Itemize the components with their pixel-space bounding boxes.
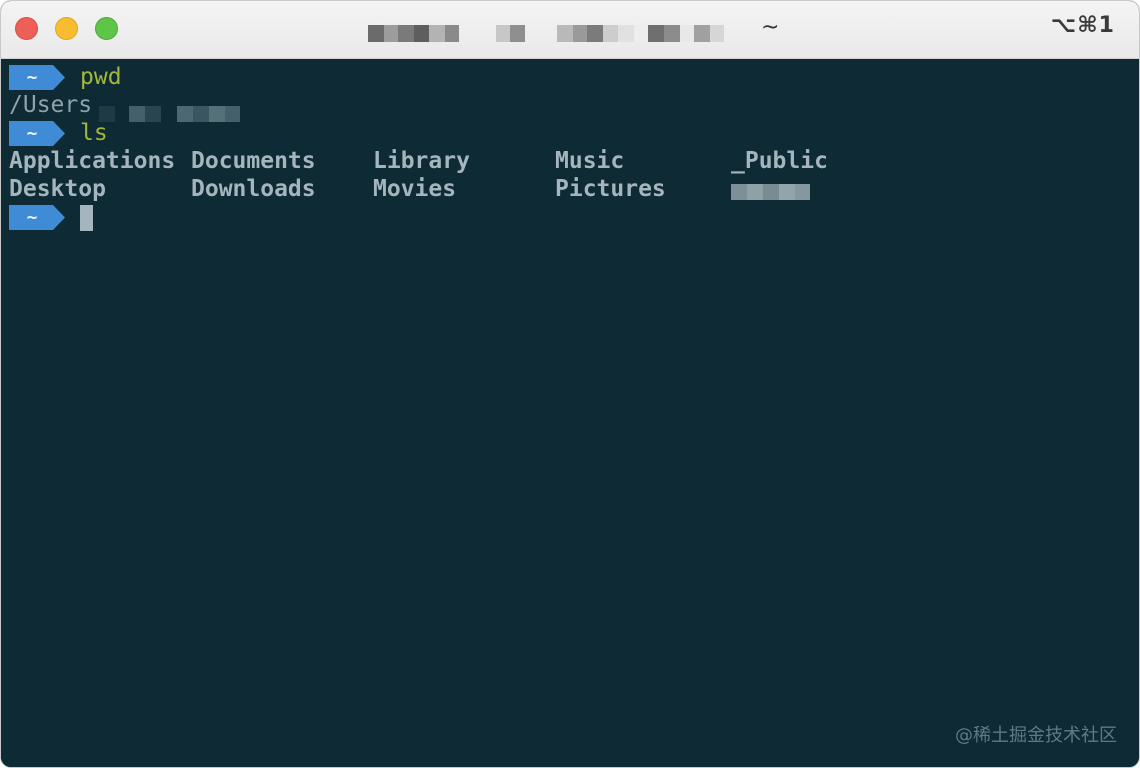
redacted-title-right — [557, 25, 724, 42]
watermark: @稀土掘金技术社区 — [955, 725, 1117, 746]
redacted-title-mid — [496, 25, 525, 42]
window-title-tail: ~ — [761, 15, 780, 40]
ls-entry: Library — [373, 148, 470, 174]
ls-entry: Documents — [191, 148, 316, 174]
prompt-symbol: ~ — [26, 207, 38, 228]
prompt-segment: ~ — [9, 121, 65, 146]
ls-entry: Movies — [373, 176, 457, 202]
prompt-segment: ~ — [9, 205, 65, 230]
title-bar[interactable]: ~ ⌥⌘1 — [1, 1, 1139, 59]
command-pwd: pwd — [80, 64, 122, 90]
terminal-content[interactable]: ~ pwd /Users ~ ls Applications Documents — [1, 59, 1139, 767]
minimize-window-button[interactable] — [55, 17, 78, 40]
close-window-button[interactable] — [15, 17, 38, 40]
prompt-symbol: ~ — [26, 67, 38, 88]
ls-entry: Downloads — [191, 176, 316, 202]
ls-entry: _Public — [731, 148, 828, 174]
redacted-ls-entry — [731, 184, 810, 200]
tab-shortcut-label: ⌥⌘1 — [1050, 13, 1115, 38]
ls-entry: Music — [555, 148, 625, 174]
redacted-title-left — [368, 25, 459, 42]
text-cursor[interactable] — [80, 205, 93, 231]
ls-entry: Pictures — [555, 176, 666, 202]
prompt-segment: ~ — [9, 65, 65, 90]
command-ls: ls — [80, 120, 108, 146]
pwd-output: /Users — [9, 92, 93, 118]
redacted-username — [99, 106, 240, 122]
ls-entry: Desktop — [9, 176, 106, 202]
terminal-window: ~ ⌥⌘1 ~ pwd /Users ~ ls Applications Doc… — [0, 0, 1140, 768]
maximize-window-button[interactable] — [95, 17, 118, 40]
prompt-symbol: ~ — [26, 123, 38, 144]
ls-entry: Applications — [9, 148, 176, 174]
